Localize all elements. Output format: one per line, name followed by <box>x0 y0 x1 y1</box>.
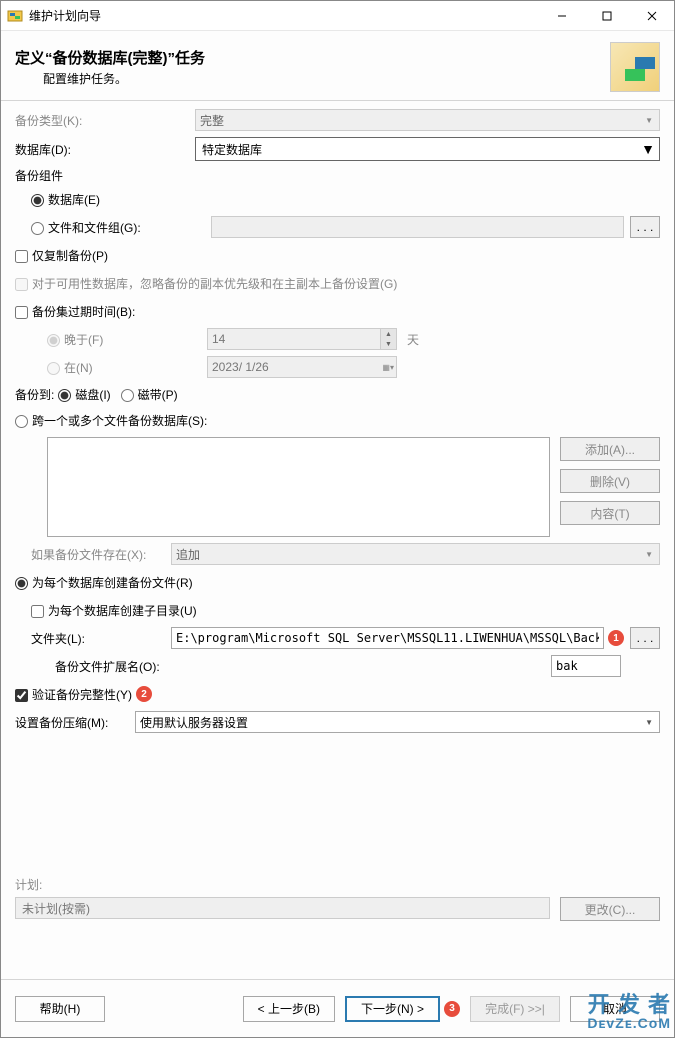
compress-label: 设置备份压缩(M): <box>15 714 135 731</box>
if-exists-select: 追加 ▼ <box>171 543 660 565</box>
titlebar: 维护计划向导 <box>1 1 674 31</box>
calendar-dropdown-icon: ▦▾ <box>382 363 394 372</box>
chevron-down-icon: ▼ <box>645 550 653 559</box>
ext-input[interactable] <box>551 655 621 677</box>
plan-value: 未计划(按需) <box>15 897 550 919</box>
expire-days-spinner: 14 ▲▼ <box>207 328 397 350</box>
expire-checkbox[interactable]: 备份集过期时间(B): <box>15 303 135 320</box>
chevron-down-icon: ▼ <box>641 141 655 157</box>
subdir-checkbox[interactable]: 为每个数据库创建子目录(U) <box>31 602 197 619</box>
folder-browse-button[interactable]: . . . <box>630 627 660 649</box>
files-browse-button: . . . <box>630 216 660 238</box>
page-subtitle: 配置维护任务。 <box>43 70 610 87</box>
plan-label: 计划: <box>15 876 660 893</box>
window-title: 维护计划向导 <box>29 7 539 24</box>
expire-after-radio: 晚于(F) <box>47 331 207 348</box>
back-button[interactable]: < 上一步(B) <box>243 996 335 1022</box>
folder-input[interactable] <box>171 627 604 649</box>
files-text <box>211 216 624 238</box>
per-db-file-radio[interactable]: 为每个数据库创建备份文件(R) <box>15 574 193 591</box>
finish-button: 完成(F) >>| <box>470 996 560 1022</box>
if-exists-label: 如果备份文件存在(X): <box>31 546 171 563</box>
disk-radio[interactable]: 磁盘(I) <box>58 386 110 403</box>
backup-type-label: 备份类型(K): <box>15 112 195 129</box>
expire-date-picker: 2023/ 1/26 ▦▾ <box>207 356 397 378</box>
chevron-down-icon: ▼ <box>645 116 653 125</box>
ext-label: 备份文件扩展名(O): <box>31 658 551 675</box>
change-plan-button: 更改(C)... <box>560 897 660 921</box>
database-radio[interactable]: 数据库(E) <box>31 191 100 208</box>
page-title: 定义“备份数据库(完整)”任务 <box>15 47 610 68</box>
expire-on-radio: 在(N) <box>47 359 207 376</box>
wizard-header: 定义“备份数据库(完整)”任务 配置维护任务。 <box>1 31 674 101</box>
app-icon <box>7 8 23 24</box>
header-icon <box>610 42 660 92</box>
close-button[interactable] <box>629 1 674 30</box>
content-area: 备份类型(K): 完整 ▼ 数据库(D): 特定数据库 ▼ 备份组件 数据库(E… <box>1 101 674 931</box>
span-files-radio[interactable]: 跨一个或多个文件备份数据库(S): <box>15 412 207 429</box>
files-listbox <box>47 437 550 537</box>
annotation-badge-3: 3 <box>444 1001 460 1017</box>
tape-radio[interactable]: 磁带(P) <box>121 386 178 403</box>
availability-checkbox: 对于可用性数据库，忽略备份的副本优先级和在主副本上备份设置(G) <box>15 275 397 292</box>
add-file-button: 添加(A)... <box>560 437 660 461</box>
chevron-down-icon: ▼ <box>645 718 653 727</box>
components-title: 备份组件 <box>15 167 660 184</box>
next-button[interactable]: 下一步(N) > <box>345 996 440 1022</box>
maximize-button[interactable] <box>584 1 629 30</box>
database-label: 数据库(D): <box>15 141 195 158</box>
spin-down-icon: ▼ <box>381 339 396 349</box>
annotation-badge-2: 2 <box>136 686 152 702</box>
annotation-badge-1: 1 <box>608 630 624 646</box>
help-button[interactable]: 帮助(H) <box>15 996 105 1022</box>
wizard-footer: 帮助(H) < 上一步(B) 下一步(N) > 3 完成(F) >>| 取消 <box>1 979 674 1037</box>
backup-type-select: 完整 ▼ <box>195 109 660 131</box>
database-select[interactable]: 特定数据库 ▼ <box>195 137 660 161</box>
copy-only-checkbox[interactable]: 仅复制备份(P) <box>15 247 108 264</box>
folder-label: 文件夹(L): <box>31 630 171 647</box>
compress-select[interactable]: 使用默认服务器设置 ▼ <box>135 711 660 733</box>
wizard-window: 维护计划向导 定义“备份数据库(完整)”任务 配置维护任务。 备份类型(K): … <box>0 0 675 1038</box>
spin-up-icon: ▲ <box>381 329 396 339</box>
backup-to-label: 备份到: <box>15 386 54 403</box>
verify-checkbox[interactable]: 验证备份完整性(Y) <box>15 686 132 703</box>
cancel-button[interactable]: 取消 <box>570 996 660 1022</box>
remove-file-button: 删除(V) <box>560 469 660 493</box>
files-radio[interactable]: 文件和文件组(G): <box>31 219 211 236</box>
content-button: 内容(T) <box>560 501 660 525</box>
minimize-button[interactable] <box>539 1 584 30</box>
